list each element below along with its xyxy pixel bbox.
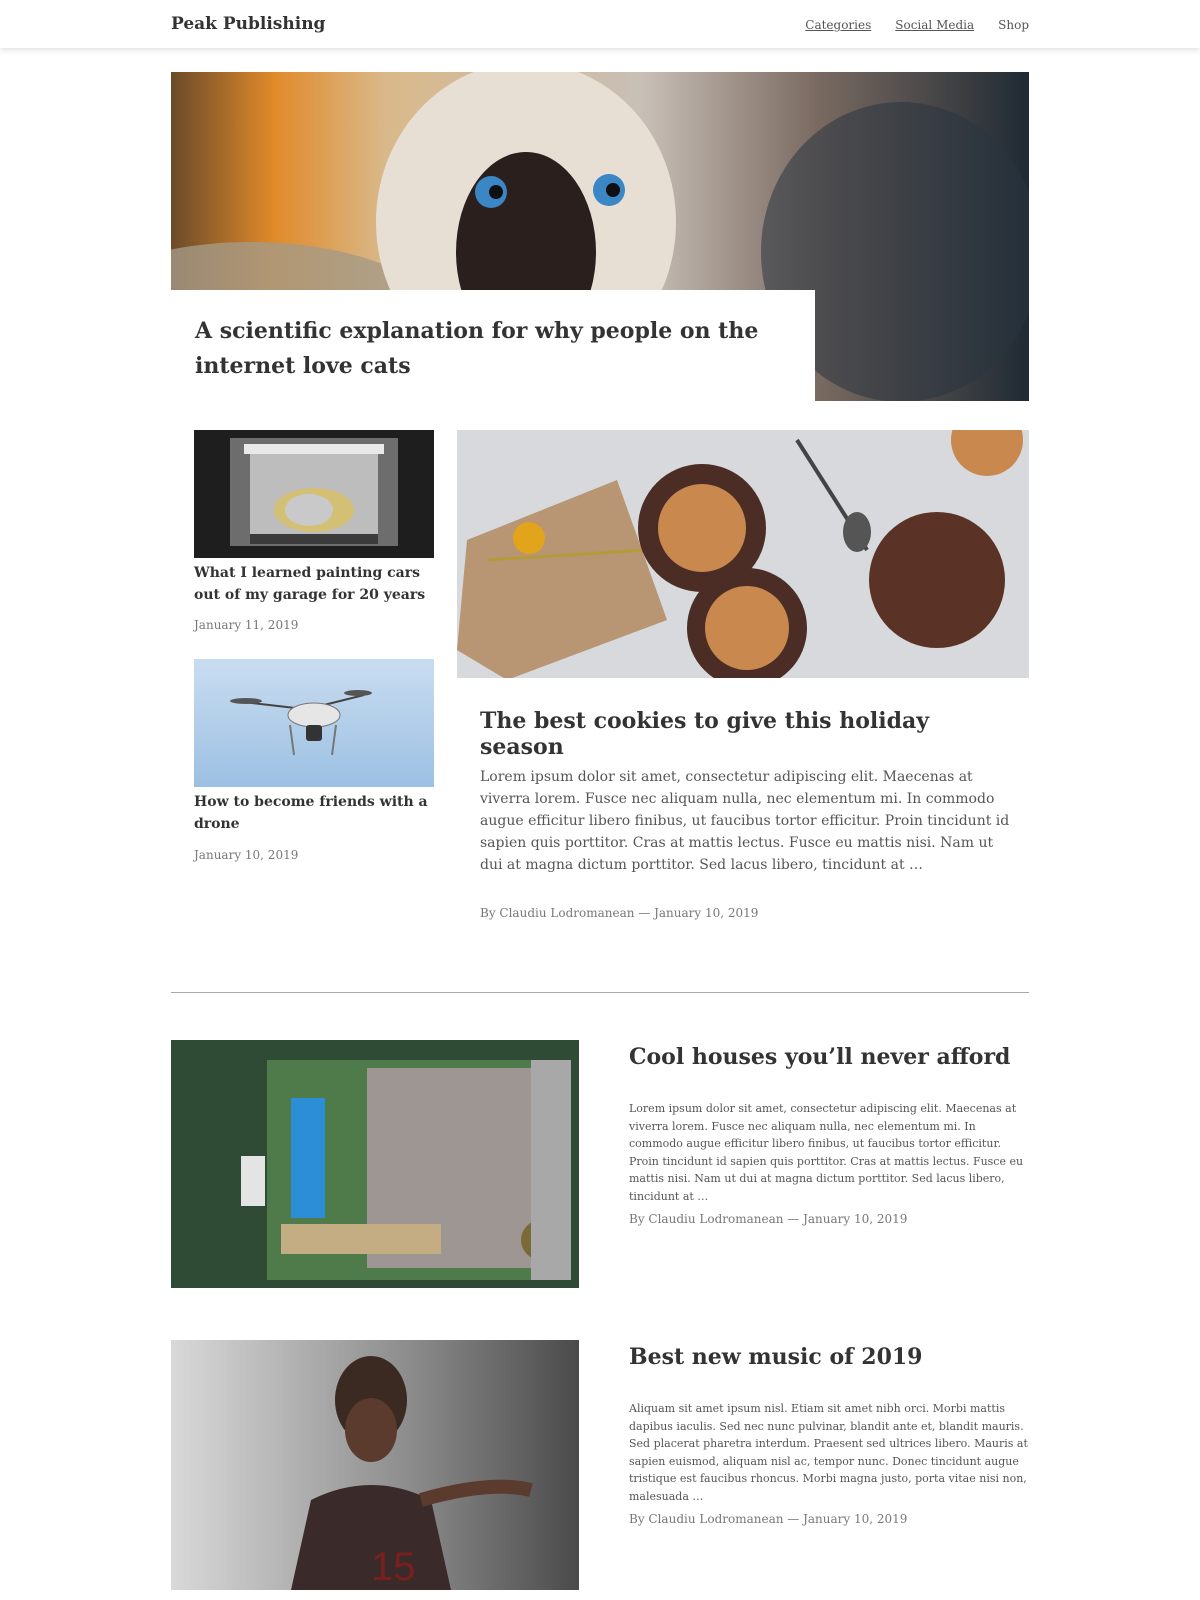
article-meta: By Claudiu Lodromanean — January 10, 201… [629,1512,908,1526]
article-image-garage[interactable] [194,430,434,558]
nav-link-categories[interactable]: Categories [805,18,871,32]
svg-text:15: 15 [371,1545,416,1589]
featured-article-excerpt: Lorem ipsum dolor sit amet, consectetur … [480,769,1010,873]
nav-link-shop[interactable]: Shop [998,18,1029,32]
article-title-music[interactable]: Best new music of 2019 [629,1344,1029,1370]
article-excerpt: Aliquam sit amet ipsum nisl. Etiam sit a… [629,1402,1028,1503]
featured-article-title[interactable]: The best cookies to give this holiday se… [480,708,1020,760]
article-excerpt: Lorem ipsum dolor sit amet, consectetur … [629,1102,1024,1203]
article-date: January 10, 2019 [194,848,299,862]
hero-title-card: A scientific explanation for why people … [171,290,815,402]
hero-title-link[interactable]: A scientific explanation for why people … [195,314,791,384]
featured-image-cookies[interactable] [457,430,1029,678]
article-date: January 11, 2019 [194,618,299,632]
article-title-houses[interactable]: Cool houses you’ll never afford [629,1044,1029,1070]
article-meta: By Claudiu Lodromanean — January 10, 201… [629,1212,908,1226]
article-image-musician[interactable]: 15 [171,1340,579,1590]
article-image-drone[interactable] [194,659,434,787]
site-brand-link[interactable]: Peak Publishing [171,14,325,34]
article-meta: By Claudiu Lodromanean — January 10, 201… [480,906,759,920]
article-title-painting-cars[interactable]: What I learned painting cars out of my g… [194,562,440,606]
site-header: Peak Publishing Categories Social Media … [0,0,1200,48]
section-divider [171,992,1029,993]
article-title-drone[interactable]: How to become friends with a drone [194,791,440,835]
main-nav: Categories Social Media Shop [805,18,1029,32]
article-image-house[interactable] [171,1040,579,1288]
nav-link-social-media[interactable]: Social Media [895,18,974,32]
